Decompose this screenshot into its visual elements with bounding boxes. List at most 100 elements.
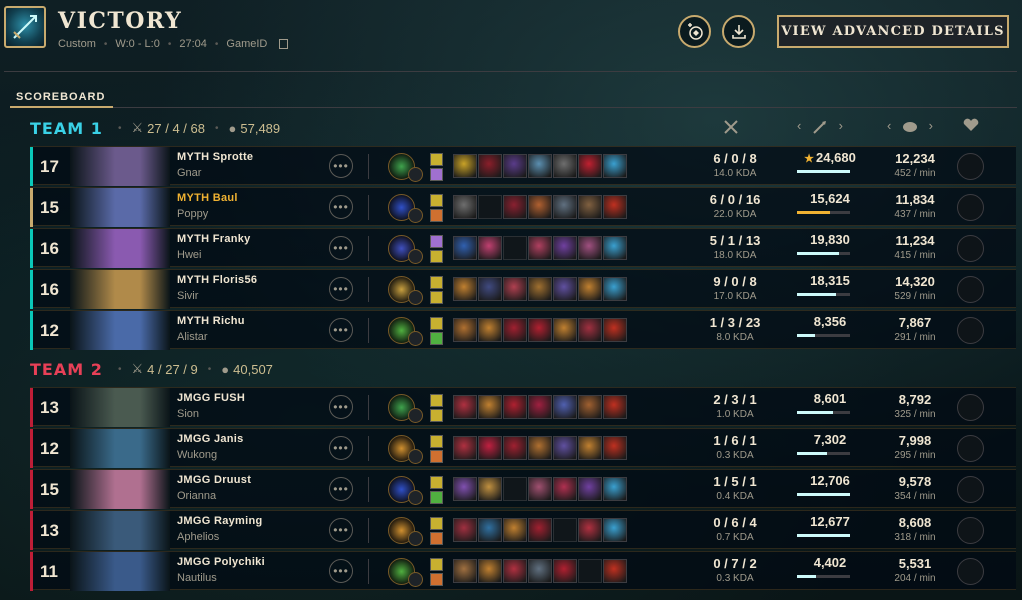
item-icon[interactable] (553, 395, 577, 419)
summoner-spell-icon[interactable] (430, 409, 443, 422)
summoner-spell-icon[interactable] (430, 291, 443, 304)
more-options-button[interactable]: ••• (329, 477, 353, 501)
secondary-rune-icon[interactable] (408, 208, 423, 223)
item-icon[interactable] (553, 436, 577, 460)
summoner-spell-icon[interactable] (430, 332, 443, 345)
summoner-spell-icon[interactable] (430, 394, 443, 407)
honor-button[interactable] (957, 235, 984, 262)
honor-button[interactable] (957, 558, 984, 585)
summoner-spell-icon[interactable] (430, 153, 443, 166)
summoner-spell-icon[interactable] (430, 250, 443, 263)
chevron-right-icon[interactable]: › (839, 118, 843, 133)
summoner-name[interactable]: JMGG Rayming (177, 515, 263, 527)
secondary-rune-icon[interactable] (408, 531, 423, 546)
champion-portrait[interactable] (70, 147, 170, 186)
secondary-rune-icon[interactable] (408, 331, 423, 346)
champion-portrait[interactable] (70, 188, 170, 227)
summoner-spell-icon[interactable] (430, 491, 443, 504)
summoner-name[interactable]: JMGG Polychiki (177, 556, 265, 568)
player-row[interactable]: 15 MYTH Baul Poppy ••• 6 / 0 / 16 22.0 KDA 15,… (30, 187, 1016, 227)
item-icon[interactable] (553, 154, 577, 178)
item-icon[interactable] (528, 236, 552, 260)
summoner-spell-icon[interactable] (430, 276, 443, 289)
champion-portrait[interactable] (70, 388, 170, 427)
summoner-spell-icon[interactable] (430, 476, 443, 489)
item-icon[interactable] (503, 559, 527, 583)
player-row[interactable]: 13 JMGG Rayming Aphelios ••• 0 / 6 / 4 0.7 KD… (30, 510, 1016, 550)
item-icon[interactable] (553, 277, 577, 301)
item-icon[interactable] (603, 477, 627, 501)
item-icon[interactable] (528, 559, 552, 583)
item-icon[interactable] (478, 559, 502, 583)
champion-portrait[interactable] (70, 511, 170, 550)
secondary-rune-icon[interactable] (408, 249, 423, 264)
item-icon[interactable] (578, 154, 602, 178)
item-icon[interactable] (478, 154, 502, 178)
secondary-rune-icon[interactable] (408, 490, 423, 505)
item-icon[interactable] (478, 318, 502, 342)
item-icon[interactable] (528, 277, 552, 301)
item-icon[interactable] (503, 277, 527, 301)
copy-icon[interactable] (279, 39, 289, 49)
item-icon[interactable] (553, 559, 577, 583)
more-options-button[interactable]: ••• (329, 277, 353, 301)
item-icon[interactable] (453, 518, 477, 542)
item-icon[interactable] (603, 318, 627, 342)
item-icon[interactable] (578, 477, 602, 501)
summoner-name[interactable]: MYTH Baul (177, 192, 238, 204)
item-icon[interactable] (578, 436, 602, 460)
more-options-button[interactable]: ••• (329, 195, 353, 219)
summoner-name[interactable]: MYTH Sprotte (177, 151, 253, 163)
item-icon[interactable] (603, 518, 627, 542)
item-icon[interactable] (503, 154, 527, 178)
view-advanced-details-button[interactable]: VIEW ADVANCED DETAILS (777, 15, 1009, 48)
summoner-spell-icon[interactable] (430, 532, 443, 545)
download-replay-button[interactable] (722, 15, 755, 48)
summoner-name[interactable]: JMGG Janis (177, 433, 244, 445)
champion-portrait[interactable] (70, 552, 170, 591)
summoner-spell-icon[interactable] (430, 168, 443, 181)
add-friend-spectate-button[interactable] (678, 15, 711, 48)
more-options-button[interactable]: ••• (329, 395, 353, 419)
more-options-button[interactable]: ••• (329, 318, 353, 342)
item-icon[interactable] (503, 195, 527, 219)
item-icon[interactable] (603, 395, 627, 419)
honor-button[interactable] (957, 394, 984, 421)
item-icon[interactable] (453, 477, 477, 501)
item-icon[interactable] (578, 318, 602, 342)
secondary-rune-icon[interactable] (408, 572, 423, 587)
item-icon[interactable] (553, 318, 577, 342)
more-options-button[interactable]: ••• (329, 559, 353, 583)
item-icon[interactable] (528, 477, 552, 501)
item-icon[interactable] (453, 236, 477, 260)
item-icon[interactable] (578, 395, 602, 419)
item-icon[interactable] (478, 236, 502, 260)
item-icon[interactable] (528, 518, 552, 542)
game-id-label[interactable]: GameID (226, 38, 267, 50)
player-row[interactable]: 17 MYTH Sprotte Gnar ••• 6 / 0 / 8 14.0 KDA ★ 2… (30, 146, 1016, 186)
player-row[interactable]: 16 MYTH Franky Hwei ••• 5 / 1 / 13 18.0 KDA 19… (30, 228, 1016, 268)
item-icon[interactable] (453, 559, 477, 583)
item-icon[interactable] (603, 277, 627, 301)
summoner-spell-icon[interactable] (430, 235, 443, 248)
item-icon[interactable] (603, 154, 627, 178)
item-icon[interactable] (478, 277, 502, 301)
item-icon[interactable] (578, 518, 602, 542)
summoner-spell-icon[interactable] (430, 573, 443, 586)
chevron-right-icon[interactable]: › (929, 118, 933, 133)
item-icon[interactable] (603, 436, 627, 460)
summoner-name[interactable]: MYTH Floris56 (177, 274, 257, 286)
secondary-rune-icon[interactable] (408, 408, 423, 423)
item-icon[interactable] (503, 395, 527, 419)
summoner-spell-icon[interactable] (430, 435, 443, 448)
item-icon[interactable] (453, 277, 477, 301)
more-options-button[interactable]: ••• (329, 236, 353, 260)
player-row[interactable]: 11 JMGG Polychiki Nautilus ••• 0 / 7 / 2 0.3 … (30, 551, 1016, 591)
summoner-name[interactable]: JMGG FUSH (177, 392, 245, 404)
summoner-spell-icon[interactable] (430, 209, 443, 222)
honor-button[interactable] (957, 317, 984, 344)
secondary-rune-icon[interactable] (408, 167, 423, 182)
summoner-name[interactable]: JMGG Druust (177, 474, 251, 486)
item-icon[interactable] (453, 195, 477, 219)
honor-button[interactable] (957, 153, 984, 180)
